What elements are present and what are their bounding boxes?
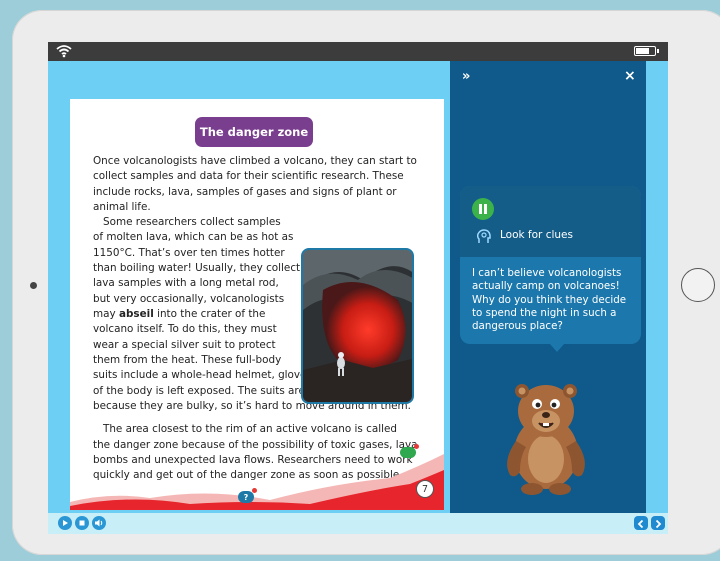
text-fragment: may xyxy=(93,308,116,320)
text-line: of molten lava, which can be as hot as xyxy=(93,231,294,243)
text-line: the danger zone because of the possibili… xyxy=(93,439,418,451)
text-line: 1150°C. That’s over ten times hotter xyxy=(93,247,285,259)
stop-button[interactable] xyxy=(75,516,89,530)
next-page-button[interactable] xyxy=(651,516,665,530)
text-line: collect samples and data for their scien… xyxy=(93,170,404,182)
home-button[interactable] xyxy=(681,268,715,302)
speech-bubble: Look for clues I can’t believe volcanolo… xyxy=(460,186,641,352)
pause-button[interactable] xyxy=(472,198,494,220)
text-line: but very occasionally, volcanologists xyxy=(93,293,285,305)
close-icon[interactable]: × xyxy=(624,68,636,84)
head-thinking-icon xyxy=(477,229,491,243)
text-fragment: into the crater of the xyxy=(157,308,266,320)
previous-page-button[interactable] xyxy=(634,516,648,530)
glossary-word-abseil[interactable]: abseil xyxy=(119,308,154,320)
text-line: include rocks, lava, samples of gases an… xyxy=(93,186,397,198)
help-icon[interactable]: ? xyxy=(238,488,257,503)
text-line: may abseil into the crater of the xyxy=(93,307,265,322)
status-bar xyxy=(48,42,668,61)
page-number: 7 xyxy=(416,480,434,498)
text-line: animal life. xyxy=(93,201,151,213)
page-title: The danger zone xyxy=(195,117,313,147)
battery-icon xyxy=(634,46,659,56)
text-line: than boiling water! Usually, they collec… xyxy=(93,262,301,274)
screen: The danger zone Once volcanologists have… xyxy=(48,42,668,534)
chevron-right-icon xyxy=(655,519,662,529)
camera-dot xyxy=(30,282,37,289)
player-bar xyxy=(48,513,668,534)
bubble-text: I can’t believe volcanologists actually … xyxy=(472,267,627,333)
chevron-left-icon xyxy=(637,519,644,529)
text-line: wear a special silver suit to protect xyxy=(93,339,276,351)
clue-label: Look for clues xyxy=(500,229,573,241)
speaker-icon xyxy=(95,519,103,527)
bear-character xyxy=(507,384,585,495)
text-line: them from the heat. These full-body xyxy=(93,354,282,366)
book-page: The danger zone Once volcanologists have… xyxy=(70,99,444,510)
lava-wave-decoration xyxy=(70,454,444,510)
play-icon xyxy=(63,520,68,526)
text-line: The area closest to the rim of an active… xyxy=(103,423,397,435)
text-line: lava samples with a long metal rod, xyxy=(93,277,279,289)
text-line: Some researchers collect samples xyxy=(103,216,281,228)
bubble-header xyxy=(460,186,641,257)
play-button[interactable] xyxy=(58,516,72,530)
side-panel: » × Look for clues I can’t believe volca… xyxy=(450,61,646,513)
volcano-photo xyxy=(301,248,414,404)
expand-icon[interactable]: » xyxy=(462,69,470,84)
text-line: volcano itself. To do this, they must xyxy=(93,323,277,335)
wifi-icon xyxy=(56,45,72,58)
text-line: Once volcanologists have climbed a volca… xyxy=(93,155,417,167)
stop-icon xyxy=(79,520,85,526)
volume-button[interactable] xyxy=(92,516,106,530)
